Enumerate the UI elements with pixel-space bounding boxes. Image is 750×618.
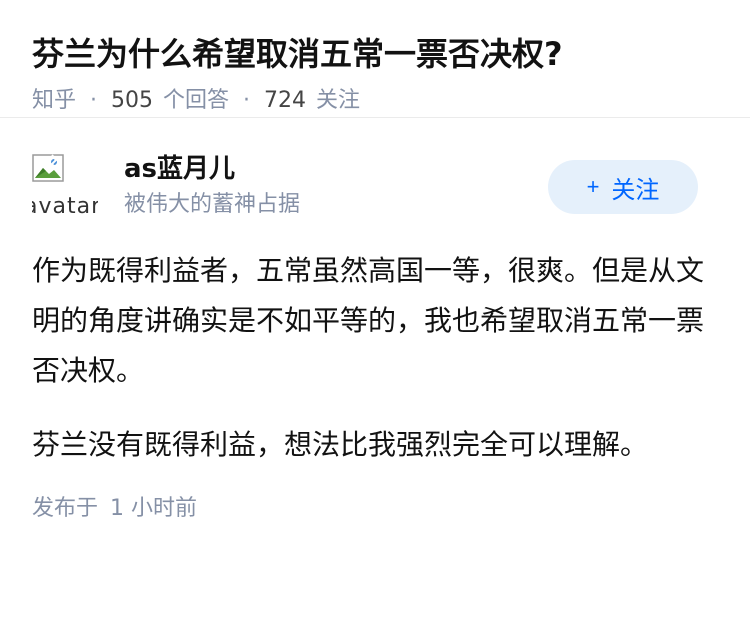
broken-image-icon <box>32 154 64 182</box>
question-meta: 知乎 · 505 个回答 · 724 关注 <box>32 86 718 116</box>
answer-card: avatar as蓝月儿 被伟大的蓄神占据 + 关注 作为既得利益者，五常虽然高… <box>0 152 750 524</box>
follow-button[interactable]: + 关注 <box>548 160 698 214</box>
answer-paragraph: 作为既得利益者，五常虽然高国一等，很爽。但是从文明的角度讲确实是不如平等的，我也… <box>32 254 705 387</box>
answer-count-label[interactable]: 个回答 <box>163 86 229 116</box>
avatar[interactable]: avatar <box>32 152 98 218</box>
answer-content: 作为既得利益者，五常虽然高国一等，很爽。但是从文明的角度讲确实是不如平等的，我也… <box>32 246 712 470</box>
follow-button-label: 关注 <box>611 176 660 204</box>
published-label: 发布于 <box>32 496 99 521</box>
answer-count: 505 <box>111 88 154 113</box>
answer-footer: 发布于 1 小时前 <box>32 494 718 524</box>
author-row: avatar as蓝月儿 被伟大的蓄神占据 + 关注 <box>32 152 718 242</box>
follow-count: 724 <box>264 88 307 113</box>
separator-dot: · <box>243 88 251 113</box>
published-time[interactable]: 1 小时前 <box>110 496 197 521</box>
answer-paragraph: 芬兰没有既得利益，想法比我强烈完全可以理解。 <box>32 428 649 461</box>
question-header: 芬兰为什么希望取消五常一票否决权? 知乎 · 505 个回答 · 724 关注 <box>0 0 750 118</box>
source-label[interactable]: 知乎 <box>32 86 76 116</box>
separator-dot: · <box>90 88 98 113</box>
follow-count-label[interactable]: 关注 <box>316 86 360 116</box>
plus-icon: + <box>586 174 600 199</box>
author-info: as蓝月儿 被伟大的蓄神占据 <box>124 152 300 220</box>
author-name[interactable]: as蓝月儿 <box>124 152 300 186</box>
author-headline: 被伟大的蓄神占据 <box>124 192 301 217</box>
question-title[interactable]: 芬兰为什么希望取消五常一票否决权? <box>32 32 718 76</box>
avatar-alt-text: avatar <box>32 194 98 218</box>
